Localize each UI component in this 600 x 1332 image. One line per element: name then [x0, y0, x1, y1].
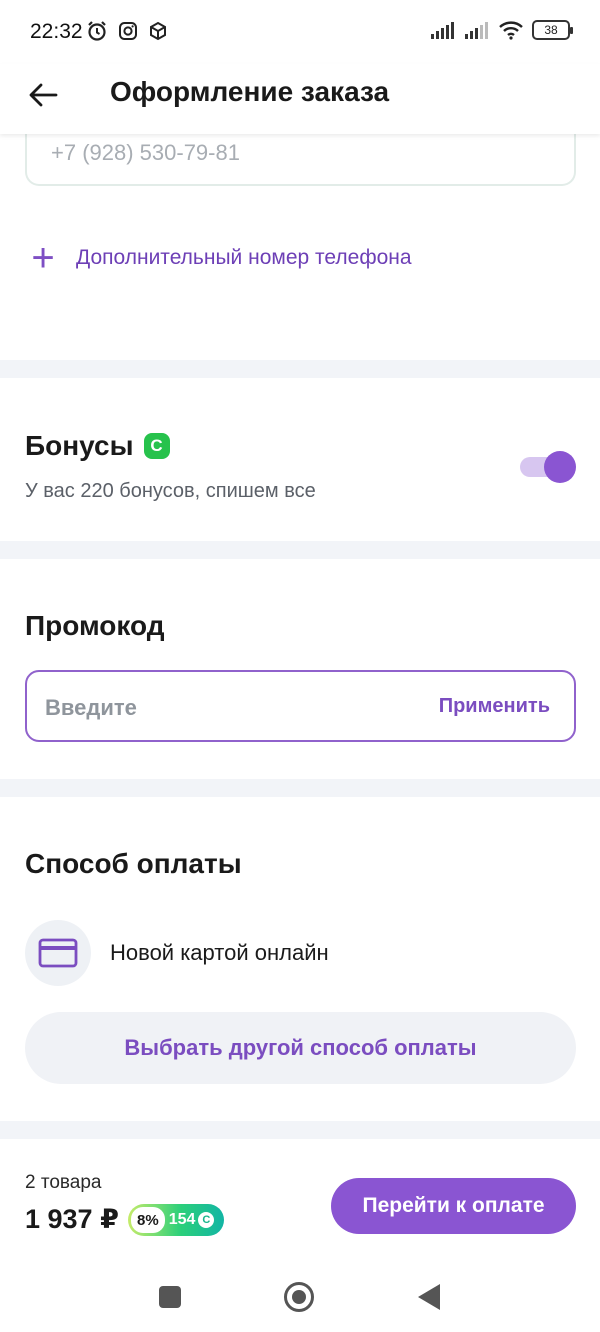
checkout-button[interactable]: Перейти к оплате [331, 1178, 576, 1234]
cashback-badge: 8% 154 C [128, 1204, 224, 1236]
section-divider [0, 360, 600, 378]
bonuses-heading: Бонусы C [25, 430, 170, 462]
home-icon[interactable] [284, 1282, 314, 1312]
bonuses-subtitle: У вас 220 бонусов, спишем все [25, 480, 316, 502]
instagram-icon [119, 22, 137, 40]
payment-method-icon-wrap [25, 920, 91, 986]
status-bar: 22:32 38 [0, 0, 600, 64]
section-divider [0, 541, 600, 559]
back-icon[interactable] [418, 1284, 440, 1310]
promo-title: Промокод [25, 610, 165, 641]
battery-icon: 38 [532, 20, 573, 40]
promo-input[interactable]: Введите Применить [25, 670, 576, 742]
bonuses-title: Бонусы [25, 430, 134, 461]
status-time: 22:32 [30, 20, 83, 43]
credit-card-icon [38, 938, 78, 968]
app-header: Оформление заказа [0, 64, 600, 134]
section-divider [0, 779, 600, 797]
payment-title: Способ оплаты [25, 848, 242, 879]
add-phone-label: Дополнительный номер телефона [76, 246, 412, 269]
phone-field-placeholder: +7 (928) 530-79-81 [51, 140, 240, 165]
promo-placeholder: Введите [45, 695, 137, 720]
signal-icon [465, 22, 488, 39]
order-footer: 2 товара 1 937 ₽ 8% 154 C Перейти к опла… [0, 1140, 600, 1260]
add-phone-button[interactable]: + Дополнительный номер телефона [28, 236, 412, 280]
alarm-icon [88, 21, 106, 41]
items-count: 2 товара [25, 1172, 102, 1193]
bonuses-toggle[interactable] [520, 451, 576, 483]
cashback-percent: 8% [131, 1207, 165, 1233]
recents-icon[interactable] [159, 1286, 181, 1308]
arrow-left-icon[interactable] [26, 78, 60, 112]
choose-payment-button[interactable]: Выбрать другой способ оплаты [25, 1012, 576, 1084]
box-icon [150, 21, 166, 41]
plus-icon: + [31, 236, 55, 280]
wifi-icon [499, 21, 523, 40]
apply-promo-button[interactable]: Применить [439, 695, 550, 718]
section-divider [0, 1121, 600, 1139]
payment-method-label[interactable]: Новой картой онлайн [110, 940, 329, 966]
cashback-points: 154 [168, 1211, 196, 1228]
order-total: 1 937 ₽ [25, 1204, 119, 1234]
toggle-knob [544, 451, 576, 483]
bonus-coin-icon: C [198, 1212, 215, 1228]
page-title: Оформление заказа [110, 76, 390, 107]
bonus-coin-icon: C [143, 433, 170, 459]
signal-icon [431, 22, 454, 39]
system-nav-bar [0, 1262, 600, 1332]
